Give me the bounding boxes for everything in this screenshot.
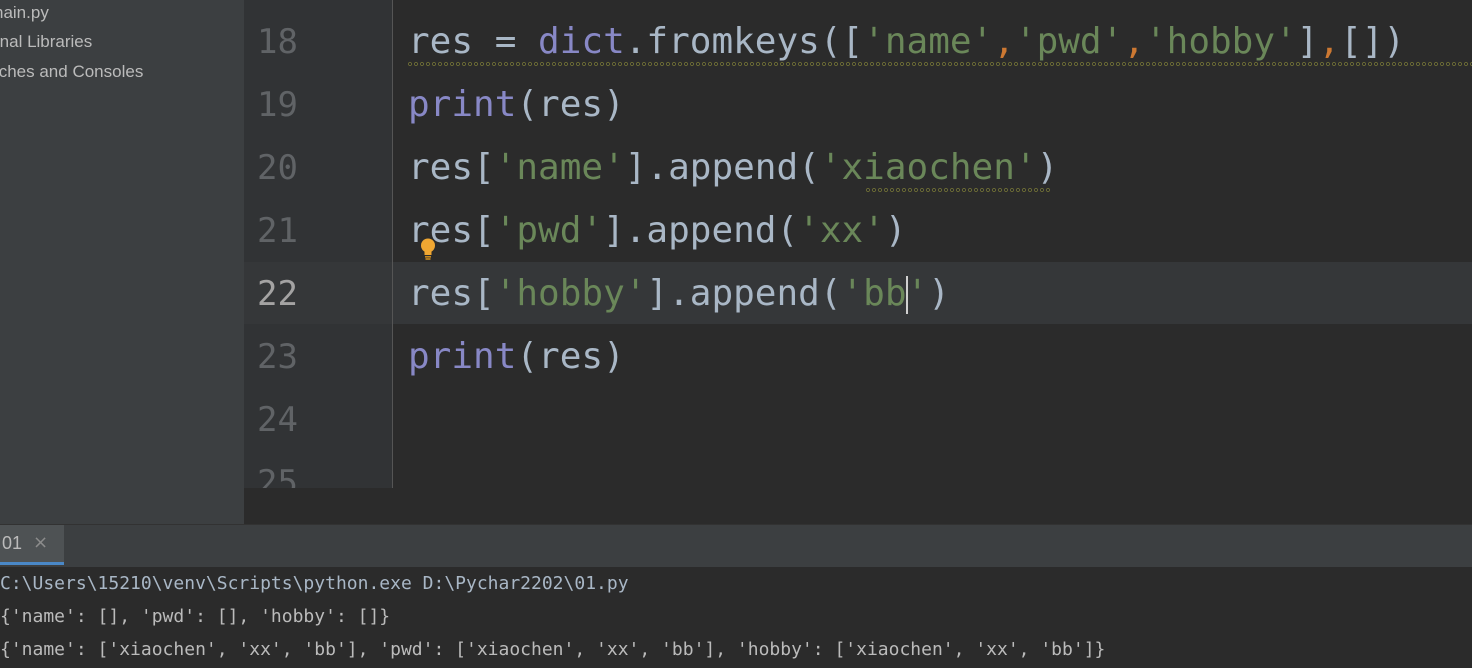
- run-tab-01[interactable]: 01 ×: [0, 525, 64, 565]
- code-token: ): [928, 273, 950, 314]
- code-token-string: 'hobby': [1144, 21, 1297, 62]
- code-token: (res): [516, 84, 625, 125]
- console-output-line: {'name': ['xiaochen', 'xx', 'bb'], 'pwd'…: [0, 639, 1106, 660]
- code-token: ): [1036, 147, 1059, 188]
- line-number: 19: [257, 85, 298, 125]
- code-token-string: 'pwd': [1014, 21, 1124, 62]
- code-token: ].append(: [603, 210, 799, 251]
- code-token-comma: ,: [993, 21, 1015, 62]
- code-token: ): [884, 210, 907, 251]
- code-line-18[interactable]: res = dict.fromkeys(['name','pwd','hobby…: [408, 22, 1405, 62]
- console-output-line: C:\Users\15210\venv\Scripts\python.exe D…: [0, 573, 629, 594]
- run-tab-label: 01: [2, 533, 23, 553]
- intention-bulb-icon[interactable]: [420, 238, 436, 260]
- code-editor[interactable]: 18 19 20 21 22 23 24 25 res = dict.fromk…: [244, 0, 1472, 488]
- code-token: (res): [516, 336, 625, 377]
- code-token: ].append(: [624, 147, 820, 188]
- code-token: ].append(: [646, 273, 842, 314]
- line-number: 23: [257, 337, 298, 377]
- typo-underline: [866, 188, 1050, 192]
- code-token-string: 'xx': [798, 210, 885, 251]
- code-line-21[interactable]: res['pwd'].append('xx'): [408, 211, 907, 251]
- code-token-builtin: print: [408, 84, 517, 125]
- code-token-comma: ,: [1318, 21, 1341, 62]
- gutter-separator: [392, 0, 393, 488]
- code-token-string: 'hobby': [494, 273, 647, 314]
- code-token-string: 'name': [494, 147, 625, 188]
- run-tab-bar: 01 ×: [0, 524, 1472, 567]
- line-number: 20: [257, 148, 298, 188]
- code-line-20[interactable]: res['name'].append('xiaochen'): [408, 148, 1058, 188]
- code-token: res[: [408, 273, 495, 314]
- code-line-19[interactable]: print(res): [408, 85, 625, 125]
- code-token-string: ': [906, 273, 929, 314]
- code-token: res[: [408, 147, 495, 188]
- code-token: res =: [408, 21, 539, 62]
- close-icon[interactable]: ×: [33, 532, 48, 553]
- ide-window: nain.py rnal Libraries tches and Console…: [0, 0, 1472, 668]
- project-tree-panel: nain.py rnal Libraries tches and Console…: [0, 0, 244, 524]
- line-number: 21: [257, 211, 298, 251]
- code-token-builtin: dict: [538, 21, 625, 62]
- code-token-string: 'bb: [841, 273, 907, 314]
- line-number-current: 22: [257, 274, 298, 314]
- line-number: 18: [257, 22, 298, 62]
- line-number: 25: [257, 463, 298, 488]
- code-token: .fromkeys([: [624, 21, 864, 62]
- line-number-gutter: 18 19 20 21 22 23 24 25: [244, 0, 1472, 488]
- console-output-line: {'name': [], 'pwd': [], 'hobby': []}: [0, 606, 391, 627]
- code-token-builtin: print: [408, 336, 517, 377]
- code-token: ]: [1296, 21, 1319, 62]
- weak-warning-underline: [408, 62, 1472, 66]
- code-line-22[interactable]: res['hobby'].append('bb'): [408, 274, 950, 314]
- code-line-23[interactable]: print(res): [408, 337, 625, 377]
- code-token-string: 'pwd': [494, 210, 604, 251]
- tree-item-main-py[interactable]: nain.py: [0, 0, 49, 27]
- code-token: []): [1340, 21, 1406, 62]
- tree-item-scratches-and-consoles[interactable]: tches and Consoles: [0, 58, 143, 86]
- tree-item-external-libraries[interactable]: rnal Libraries: [0, 28, 92, 56]
- line-number: 24: [257, 400, 298, 440]
- code-token-string: 'name': [863, 21, 994, 62]
- run-tool-window: 01 × C:\Users\15210\venv\Scripts\python.…: [0, 524, 1472, 668]
- code-token-string: 'xiaochen': [819, 147, 1037, 188]
- code-token-comma: ,: [1123, 21, 1145, 62]
